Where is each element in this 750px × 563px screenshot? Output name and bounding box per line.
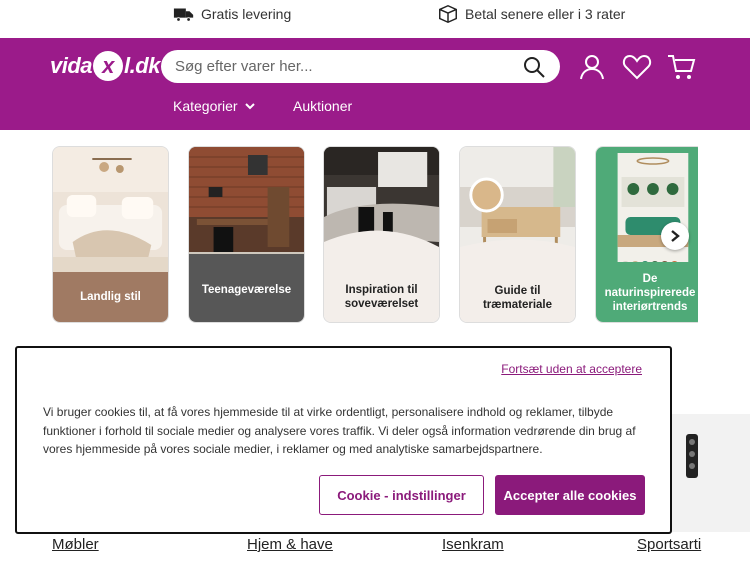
card-label: Guide til træmateriale [460,266,575,322]
truck-icon [173,8,194,22]
chevron-down-icon [244,103,255,110]
cart-icon[interactable] [666,52,696,82]
cookie-text: Vi bruger cookies til, at få vores hjemm… [43,405,636,456]
chevron-right-icon [671,230,680,242]
card-label-text: Guide til træmateriale [482,285,553,311]
card-image [53,147,168,277]
continue-without-accepting-link[interactable]: Fortsæt uden at acceptere [501,362,642,376]
card-label-text: De naturinspirerede interiørtrends [604,273,696,313]
promo-payment-text: Betal senere eller i 3 rater [465,6,626,22]
card-rustic[interactable]: Landlig stil [52,146,169,323]
card-label-text: Teenageværelse [201,284,292,296]
card-image [596,147,698,277]
logo-text-right: l.dk [124,53,160,78]
card-bedroom[interactable]: Inspiration til soveværelset [323,146,440,323]
accept-all-cookies-button[interactable]: Accepter alle cookies [495,475,645,515]
search-icon[interactable] [522,55,546,79]
category-link-home-garden[interactable]: Hjem & have [247,536,333,553]
logo-text-left: vida [50,53,93,78]
card-label: Teenageværelse [189,254,304,322]
category-link-furniture[interactable]: Møbler [52,536,99,553]
account-icon[interactable] [577,52,607,82]
card-wood-guide[interactable]: Guide til træmateriale [459,146,576,323]
card-label: Inspiration til soveværelset [324,272,439,322]
promo-bar: Gratis levering Betal senere eller i 3 r… [0,0,750,38]
inspiration-carousel: Landlig stil Teenageværelse Inspiration … [52,146,698,324]
search-input[interactable] [175,58,522,75]
heart-icon[interactable] [622,52,652,82]
promo-delivery: Gratis levering [173,3,291,25]
card-label: De naturinspirerede interiørtrends [596,262,698,322]
cookie-dialog: Fortsæt uden at acceptere Vi bruger cook… [15,346,672,534]
card-label: Landlig stil [53,272,168,322]
card-teen-room[interactable]: Teenageværelse [188,146,305,323]
nav-auctions-label: Auktioner [293,98,353,114]
carousel-next-button[interactable] [661,222,689,250]
nav-categories-label: Kategorier [173,98,238,114]
logo[interactable]: vida x l.dk [50,51,160,81]
search-bar [161,50,560,83]
promo-payment: Betal senere eller i 3 rater [437,3,625,25]
nav-auctions[interactable]: Auktioner [293,98,352,114]
card-label-text: Landlig stil [80,291,141,303]
nav-categories[interactable]: Kategorier [173,98,256,114]
card-label-text: Inspiration til soveværelset [344,284,419,310]
card-image [324,147,439,277]
site-header: vidaxl.dk Kategorier Auktioner [0,38,750,130]
card-image [460,147,575,277]
logo-x: x [93,51,124,81]
box-icon [439,4,457,24]
category-link-hardware[interactable]: Isenkram [442,536,504,553]
cookie-settings-button[interactable]: Cookie - indstillinger [319,475,484,515]
promo-delivery-text: Gratis levering [201,6,292,22]
category-link-sports[interactable]: Sportsarti [637,536,701,553]
